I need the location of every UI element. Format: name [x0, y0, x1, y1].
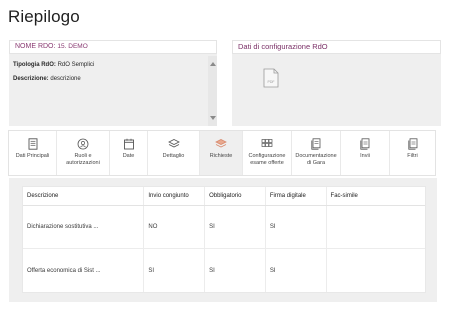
tab-label: Configurazione esame offerte: [248, 153, 286, 166]
cell-descrizione[interactable]: Dichiarazione sostitutiva ...: [23, 206, 145, 248]
layers-active-icon: [215, 139, 227, 148]
tab-label: Dettaglio: [162, 153, 185, 159]
cell-fac-simile[interactable]: [327, 249, 426, 292]
cell-firma-digitale: SI: [266, 206, 327, 248]
svg-text:PDF: PDF: [268, 80, 275, 84]
rdo-name-label: NOME RDO:: [15, 43, 56, 50]
cell-firma-digitale: SI: [266, 249, 327, 292]
pdf-file-icon[interactable]: PDF: [263, 68, 279, 88]
header-invio-congiunto[interactable]: Invio congiunto: [144, 187, 206, 205]
scroll-up-icon[interactable]: [210, 62, 216, 66]
tab-filtri[interactable]: Filtri: [390, 131, 435, 175]
table-header: Descrizione Invio congiunto Obbligatorio…: [23, 187, 425, 206]
table-row[interactable]: Dichiarazione sostitutiva ... NO SI SI: [23, 206, 425, 249]
tab-label: Richieste: [209, 153, 233, 159]
cell-fac-simile[interactable]: [327, 206, 426, 248]
cell-obbligatorio: SI: [205, 249, 266, 292]
layers-icon: [167, 139, 180, 148]
calendar-icon: [123, 138, 134, 150]
cell-descrizione[interactable]: Offerta economica di Sist ...: [23, 249, 145, 292]
tab-label: Dati Principali: [15, 153, 50, 159]
scroll-down-icon[interactable]: [210, 116, 216, 120]
tab-label: Date: [122, 153, 135, 159]
header-firma-digitale[interactable]: Firma digitale: [266, 187, 327, 205]
rdo-info-panel: NOME RDO: 15. DEMO Tipologia RdO: RdO Se…: [9, 40, 217, 126]
document-list-icon: [28, 138, 37, 150]
tipologia-label: Tipologia RdO:: [13, 62, 56, 68]
page-title: Riepilogo: [8, 7, 80, 26]
documents-icon: [311, 138, 321, 150]
tab-ruoli[interactable]: Ruoli e autorizzazioni: [57, 131, 110, 175]
config-panel-title: Dati di configurazione RdO: [232, 40, 441, 54]
tab-dati-principali[interactable]: Dati Principali: [9, 131, 57, 175]
tab-label: Documentazione di Gara: [295, 153, 337, 166]
cell-invio-congiunto: NO: [144, 206, 206, 248]
richieste-content: Descrizione Invio congiunto Obbligatorio…: [9, 178, 437, 302]
header-descrizione[interactable]: Descrizione: [23, 187, 145, 205]
tipologia-value: RdO Semplici: [57, 62, 95, 68]
richieste-table: Descrizione Invio congiunto Obbligatorio…: [22, 186, 426, 293]
rdo-name-value: 15. DEMO: [57, 43, 88, 50]
descrizione-value: descrizione: [50, 75, 81, 82]
table-row[interactable]: Offerta economica di Sist ... SI SI SI: [23, 249, 425, 292]
tab-date[interactable]: Date: [110, 131, 148, 175]
rdo-name-header: NOME RDO: 15. DEMO: [9, 40, 217, 54]
descrizione-row: Descrizione: descrizione: [13, 76, 203, 84]
section-tabs: Dati Principali Ruoli e autorizzazioni D…: [8, 130, 436, 176]
tab-label: Invii: [360, 153, 370, 159]
tab-documentazione-gara[interactable]: Documentazione di Gara: [292, 131, 341, 175]
cell-invio-congiunto: SI: [144, 249, 206, 292]
send-docs-icon: [360, 138, 370, 150]
info-scrollbar[interactable]: [208, 56, 217, 126]
tab-dettaglio[interactable]: Dettaglio: [148, 131, 200, 175]
filter-docs-icon: [407, 138, 417, 150]
header-fac-simile[interactable]: Fac-simile: [327, 187, 426, 205]
tab-richieste[interactable]: Richieste: [200, 131, 243, 175]
grid-settings-icon: [261, 139, 273, 147]
cell-obbligatorio: SI: [205, 206, 266, 248]
roles-icon: [77, 138, 89, 150]
tab-invii[interactable]: Invii: [341, 131, 390, 175]
tab-label: Filtri: [407, 153, 418, 159]
header-obbligatorio[interactable]: Obbligatorio: [205, 187, 266, 205]
rdo-info-body: Tipologia RdO: RdO Semplici Descrizione:…: [9, 56, 207, 126]
descrizione-label: Descrizione:: [13, 75, 49, 82]
tab-label: Ruoli e autorizzazioni: [66, 153, 100, 166]
tab-configurazione-esame[interactable]: Configurazione esame offerte: [243, 131, 292, 175]
tipologia-row: Tipologia RdO: RdO Semplici: [13, 62, 203, 70]
